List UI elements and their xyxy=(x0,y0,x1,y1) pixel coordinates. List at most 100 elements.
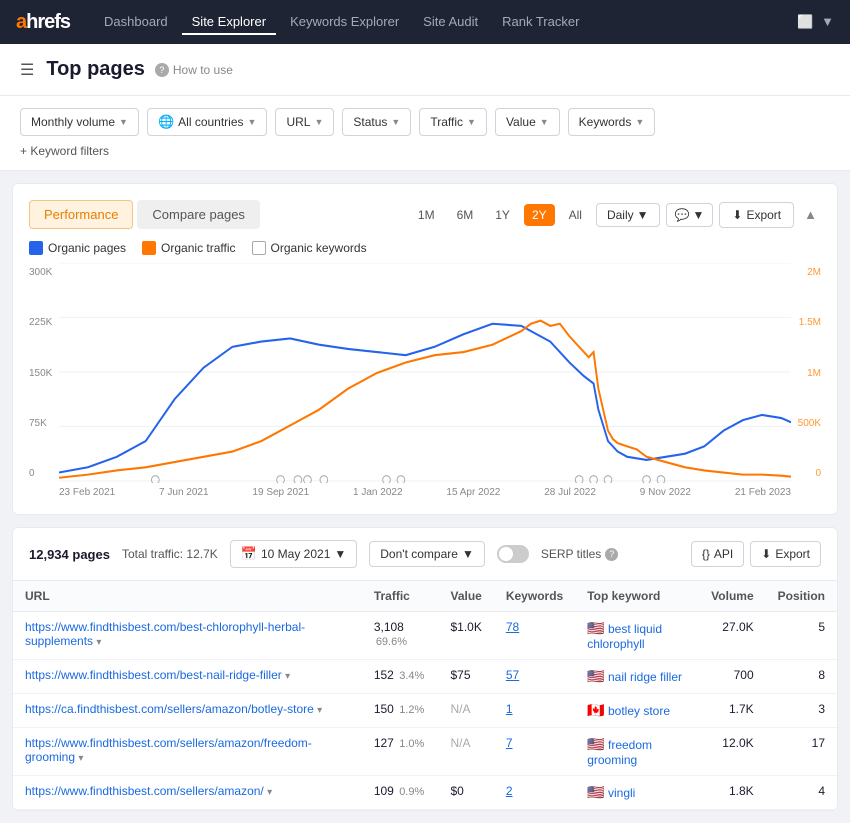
date-filter-btn[interactable]: 📅 10 May 2021 ▼ xyxy=(230,540,357,568)
top-kw-link-2[interactable]: botley store xyxy=(608,704,670,718)
how-to-use[interactable]: ? How to use xyxy=(155,63,233,77)
caret-icon-traffic: ▼ xyxy=(467,117,476,127)
url-caret-3[interactable]: ▾ xyxy=(78,753,83,764)
caret-icon-status: ▼ xyxy=(391,117,400,127)
api-label: API xyxy=(714,547,733,561)
serp-toggle[interactable] xyxy=(497,545,529,563)
url-link-3[interactable]: https://www.findthisbest.com/sellers/ama… xyxy=(25,736,312,764)
cell-position-4: 4 xyxy=(766,776,837,810)
col-top-keyword[interactable]: Top keyword xyxy=(575,581,699,612)
nav-links: Dashboard Site Explorer Keywords Explore… xyxy=(94,10,797,35)
position-val-3: 17 xyxy=(812,736,825,750)
col-traffic[interactable]: Traffic xyxy=(362,581,439,612)
value-filter[interactable]: Value ▼ xyxy=(495,108,560,136)
url-caret-0[interactable]: ▾ xyxy=(96,637,101,648)
nav-site-explorer[interactable]: Site Explorer xyxy=(182,10,276,35)
export2-label: Export xyxy=(775,547,810,561)
serp-help-icon: ? xyxy=(605,548,618,561)
legend-organic-pages[interactable]: Organic pages xyxy=(29,241,126,255)
flag-2: 🇨🇦 xyxy=(587,702,604,718)
comment-btn[interactable]: 💬 ▼ xyxy=(666,203,714,227)
cell-volume-0: 27.0K xyxy=(699,612,765,660)
status-filter[interactable]: Status ▼ xyxy=(342,108,411,136)
time-all[interactable]: All xyxy=(561,204,590,226)
time-1m[interactable]: 1M xyxy=(410,204,443,226)
keywords-filter[interactable]: Keywords ▼ xyxy=(568,108,656,136)
table-row: https://www.findthisbest.com/best-nail-r… xyxy=(13,660,837,694)
menu-icon[interactable]: ☰ xyxy=(20,60,34,80)
legend-organic-traffic[interactable]: Organic traffic xyxy=(142,241,235,255)
position-val-1: 8 xyxy=(818,668,825,682)
help-icon: ? xyxy=(155,63,169,77)
traffic-val-0: 3,108 xyxy=(374,620,404,634)
url-link-4[interactable]: https://www.findthisbest.com/sellers/ama… xyxy=(25,784,264,798)
col-url: URL xyxy=(13,581,362,612)
keywords-link-3[interactable]: 7 xyxy=(506,736,513,750)
cell-keywords-4: 2 xyxy=(494,776,575,810)
export-icon: ⬇ xyxy=(732,208,742,222)
url-caret-1[interactable]: ▾ xyxy=(285,671,290,682)
date-label: 10 May 2021 xyxy=(261,547,330,561)
add-filter-label: + Keyword filters xyxy=(20,144,109,158)
volume-val-0: 27.0K xyxy=(722,620,753,634)
tab-compare-pages[interactable]: Compare pages xyxy=(137,200,260,229)
time-6m[interactable]: 6M xyxy=(449,204,482,226)
nav-keywords-explorer[interactable]: Keywords Explorer xyxy=(280,10,409,35)
cell-value-1: $75 xyxy=(438,660,493,694)
url-filter[interactable]: URL ▼ xyxy=(275,108,334,136)
keywords-label: Keywords xyxy=(579,115,632,129)
col-volume[interactable]: Volume xyxy=(699,581,765,612)
keywords-link-0[interactable]: 78 xyxy=(506,620,519,634)
compare-btn[interactable]: Don't compare ▼ xyxy=(369,541,485,567)
url-caret-4[interactable]: ▾ xyxy=(267,787,272,798)
url-link-2[interactable]: https://ca.findthisbest.com/sellers/amaz… xyxy=(25,702,314,716)
col-position[interactable]: Position xyxy=(766,581,837,612)
nav-site-audit[interactable]: Site Audit xyxy=(413,10,488,35)
monthly-volume-filter[interactable]: Monthly volume ▼ xyxy=(20,108,139,136)
legend-organic-keywords[interactable]: Organic keywords xyxy=(252,241,367,255)
cell-position-0: 5 xyxy=(766,612,837,660)
tab-performance[interactable]: Performance xyxy=(29,200,133,229)
all-countries-filter[interactable]: 🌐 All countries ▼ xyxy=(147,108,267,136)
api-btn[interactable]: {} API xyxy=(691,541,744,567)
monitor-icon[interactable]: ⬜ xyxy=(797,14,813,30)
url-caret-2[interactable]: ▾ xyxy=(317,705,322,716)
interval-btn[interactable]: Daily ▼ xyxy=(596,203,660,227)
table-export-btn[interactable]: ⬇ Export xyxy=(750,541,821,567)
traffic-val-1: 152 xyxy=(374,668,394,682)
top-kw-link-4[interactable]: vingli xyxy=(608,786,635,800)
volume-val-3: 12.0K xyxy=(722,736,753,750)
col-value[interactable]: Value xyxy=(438,581,493,612)
dropdown-icon[interactable]: ▼ xyxy=(821,14,834,30)
x-axis: 23 Feb 2021 7 Jun 2021 19 Sep 2021 1 Jan… xyxy=(29,487,821,498)
legend-keywords-label: Organic keywords xyxy=(271,241,367,255)
col-keywords[interactable]: Keywords xyxy=(494,581,575,612)
caret-icon-countries: ▼ xyxy=(248,117,257,127)
traffic-filter[interactable]: Traffic ▼ xyxy=(419,108,487,136)
url-link-0[interactable]: https://www.findthisbest.com/best-chloro… xyxy=(25,620,305,648)
filter-row-1: Monthly volume ▼ 🌐 All countries ▼ URL ▼… xyxy=(20,108,830,136)
chart-export-btn[interactable]: ⬇ Export xyxy=(719,202,794,228)
keywords-link-1[interactable]: 57 xyxy=(506,668,519,682)
top-kw-link-1[interactable]: nail ridge filler xyxy=(608,670,682,684)
flag-1: 🇺🇸 xyxy=(587,668,604,684)
keywords-link-4[interactable]: 2 xyxy=(506,784,513,798)
add-filter[interactable]: + Keyword filters xyxy=(20,144,830,158)
nav-dashboard[interactable]: Dashboard xyxy=(94,10,178,35)
keywords-link-2[interactable]: 1 xyxy=(506,702,513,716)
nav-rank-tracker[interactable]: Rank Tracker xyxy=(492,10,589,35)
chart-header: Performance Compare pages 1M 6M 1Y 2Y Al… xyxy=(29,200,821,229)
cell-url-3: https://www.findthisbest.com/sellers/ama… xyxy=(13,728,362,776)
caret-icon-url: ▼ xyxy=(314,117,323,127)
url-link-1[interactable]: https://www.findthisbest.com/best-nail-r… xyxy=(25,668,282,682)
cell-keywords-3: 7 xyxy=(494,728,575,776)
collapse-btn[interactable]: ▲ xyxy=(800,203,821,226)
time-1y[interactable]: 1Y xyxy=(487,204,518,226)
flag-4: 🇺🇸 xyxy=(587,784,604,800)
cell-top-kw-2: 🇨🇦 botley store xyxy=(575,694,699,728)
traffic-pct-3: 1.0% xyxy=(399,738,424,750)
time-2y[interactable]: 2Y xyxy=(524,204,555,226)
caret-icon-keywords: ▼ xyxy=(635,117,644,127)
caret-icon-value: ▼ xyxy=(540,117,549,127)
cell-keywords-2: 1 xyxy=(494,694,575,728)
